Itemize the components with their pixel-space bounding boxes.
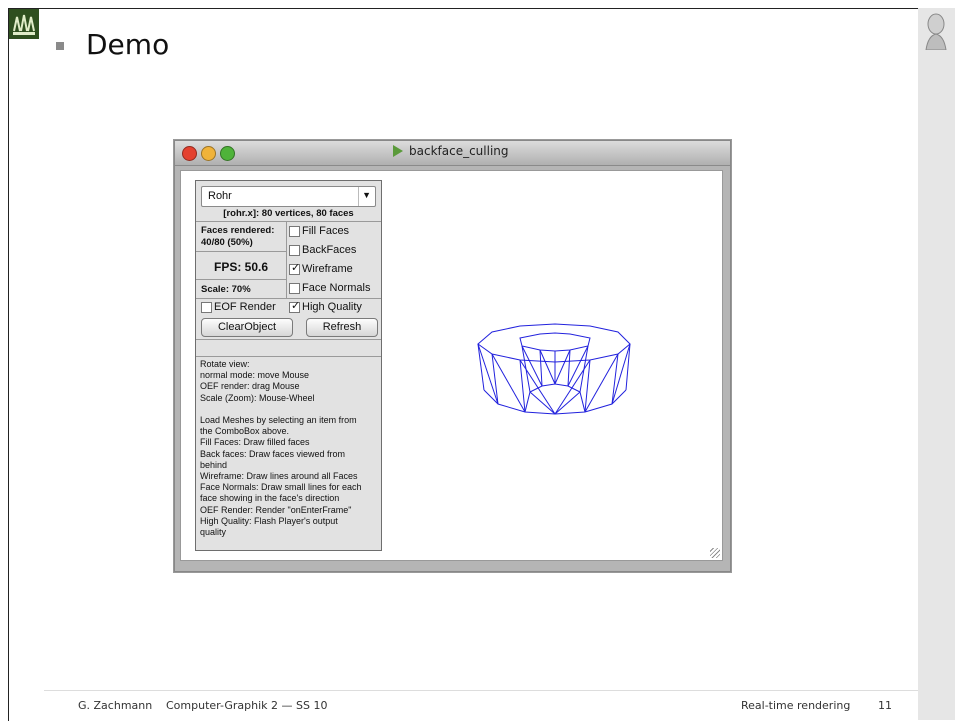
divider — [196, 356, 381, 357]
checkbox-box[interactable]: ✓ — [289, 261, 301, 275]
face-normals-checkbox[interactable]: Face Normals — [289, 282, 370, 294]
wireframe-mesh-viewport[interactable] — [470, 320, 640, 420]
checkmark-icon: ✓ — [291, 261, 301, 274]
refresh-button[interactable]: Refresh — [306, 318, 378, 337]
slide: Demo backface_culling Rohr ▼ [rohr.x]: 8 — [0, 0, 955, 721]
checkbox-box[interactable] — [201, 301, 212, 313]
close-button[interactable] — [182, 146, 197, 161]
help-line: Rotate view: — [200, 359, 250, 369]
divider-vertical — [286, 221, 287, 298]
fps-readout: FPS: 50.6 — [213, 260, 269, 274]
eof-render-checkbox[interactable]: EOF Render — [201, 301, 276, 313]
right-sidebar-strip — [918, 8, 955, 720]
help-line: OEF Render: Render "onEnterFrame" — [200, 504, 352, 515]
zoom-button[interactable] — [220, 146, 235, 161]
help-line: OEF render: drag Mouse — [200, 381, 300, 392]
checkbox-label: Wireframe — [302, 263, 353, 275]
window-title-group: backface_culling — [393, 144, 509, 158]
help-line: Back faces: Draw faces viewed from — [200, 448, 346, 459]
combobox-divider — [358, 187, 359, 206]
backfaces-checkbox[interactable]: BackFaces — [289, 244, 356, 256]
checkbox-label: High Quality — [302, 301, 362, 313]
help-line: the ComboBox above. — [200, 426, 290, 437]
faces-rendered-value: 40/80 (50%) — [201, 237, 253, 248]
help-text: Rotate view: normal mode: move Mouse OEF… — [200, 359, 378, 538]
scale-readout: Scale: 70% — [201, 284, 251, 295]
divider — [196, 221, 381, 222]
mesh-combobox[interactable]: Rohr ▼ — [201, 186, 376, 207]
minimize-button[interactable] — [201, 146, 216, 161]
footer-course: Computer-Graphik 2 — SS 10 — [166, 699, 328, 712]
clear-object-button[interactable]: ClearObject — [201, 318, 293, 337]
help-line: Fill Faces: Draw filled faces — [200, 437, 310, 448]
checkbox-label: Face Normals — [302, 282, 371, 294]
faces-rendered-label: Faces rendered: — [201, 225, 275, 236]
help-line: Wireframe: Draw lines around all Faces — [200, 471, 358, 482]
footer-page-number: 11 — [878, 699, 892, 712]
help-line: normal mode: move Mouse — [200, 370, 310, 381]
control-panel: Rohr ▼ [rohr.x]: 80 vertices, 80 faces F… — [195, 180, 382, 551]
checkmark-icon: ✓ — [291, 299, 301, 312]
checkbox-box[interactable] — [289, 225, 300, 237]
wireframe-checkbox[interactable]: ✓ Wireframe — [289, 261, 353, 275]
divider — [196, 298, 381, 299]
help-line: behind — [200, 459, 228, 470]
window-title: backface_culling — [409, 144, 509, 158]
help-line: Scale (Zoom): Mouse-Wheel — [200, 392, 315, 403]
help-line: High Quality: Flash Player's output — [200, 515, 338, 526]
footer-author: G. Zachmann — [78, 699, 153, 712]
footer-divider — [44, 690, 918, 691]
help-line: Load Meshes by selecting an item from — [200, 415, 357, 425]
high-quality-checkbox[interactable]: ✓ High Quality — [289, 299, 362, 313]
chevron-down-icon[interactable]: ▼ — [362, 190, 371, 200]
checkbox-label: EOF Render — [214, 301, 276, 313]
flash-document-icon — [393, 145, 403, 157]
checkbox-box[interactable] — [289, 244, 300, 256]
divider — [196, 279, 286, 280]
wireframe-mesh — [477, 323, 631, 415]
combobox-value: Rohr — [208, 190, 232, 202]
fill-faces-checkbox[interactable]: Fill Faces — [289, 225, 349, 237]
resize-grip-icon[interactable] — [710, 548, 720, 558]
help-line: Face Normals: Draw small lines for each — [200, 482, 362, 493]
checkbox-label: BackFaces — [302, 244, 357, 256]
university-seal-icon — [9, 9, 39, 39]
help-line — [200, 404, 378, 415]
footer-topic: Real-time rendering — [741, 699, 851, 712]
divider — [196, 251, 286, 252]
window-titlebar[interactable]: backface_culling — [175, 141, 730, 166]
checkbox-box[interactable]: ✓ — [289, 299, 301, 313]
title-bullet — [56, 42, 64, 50]
checkbox-label: Fill Faces — [302, 225, 350, 237]
divider — [196, 339, 381, 340]
mesh-info: [rohr.x]: 80 vertices, 80 faces — [223, 208, 354, 219]
help-line: face showing in the face's direction — [200, 493, 340, 504]
checkbox-box[interactable] — [289, 282, 300, 294]
slide-title: Demo — [86, 28, 170, 61]
bust-logo-icon — [922, 10, 950, 51]
help-line: quality — [200, 527, 227, 538]
